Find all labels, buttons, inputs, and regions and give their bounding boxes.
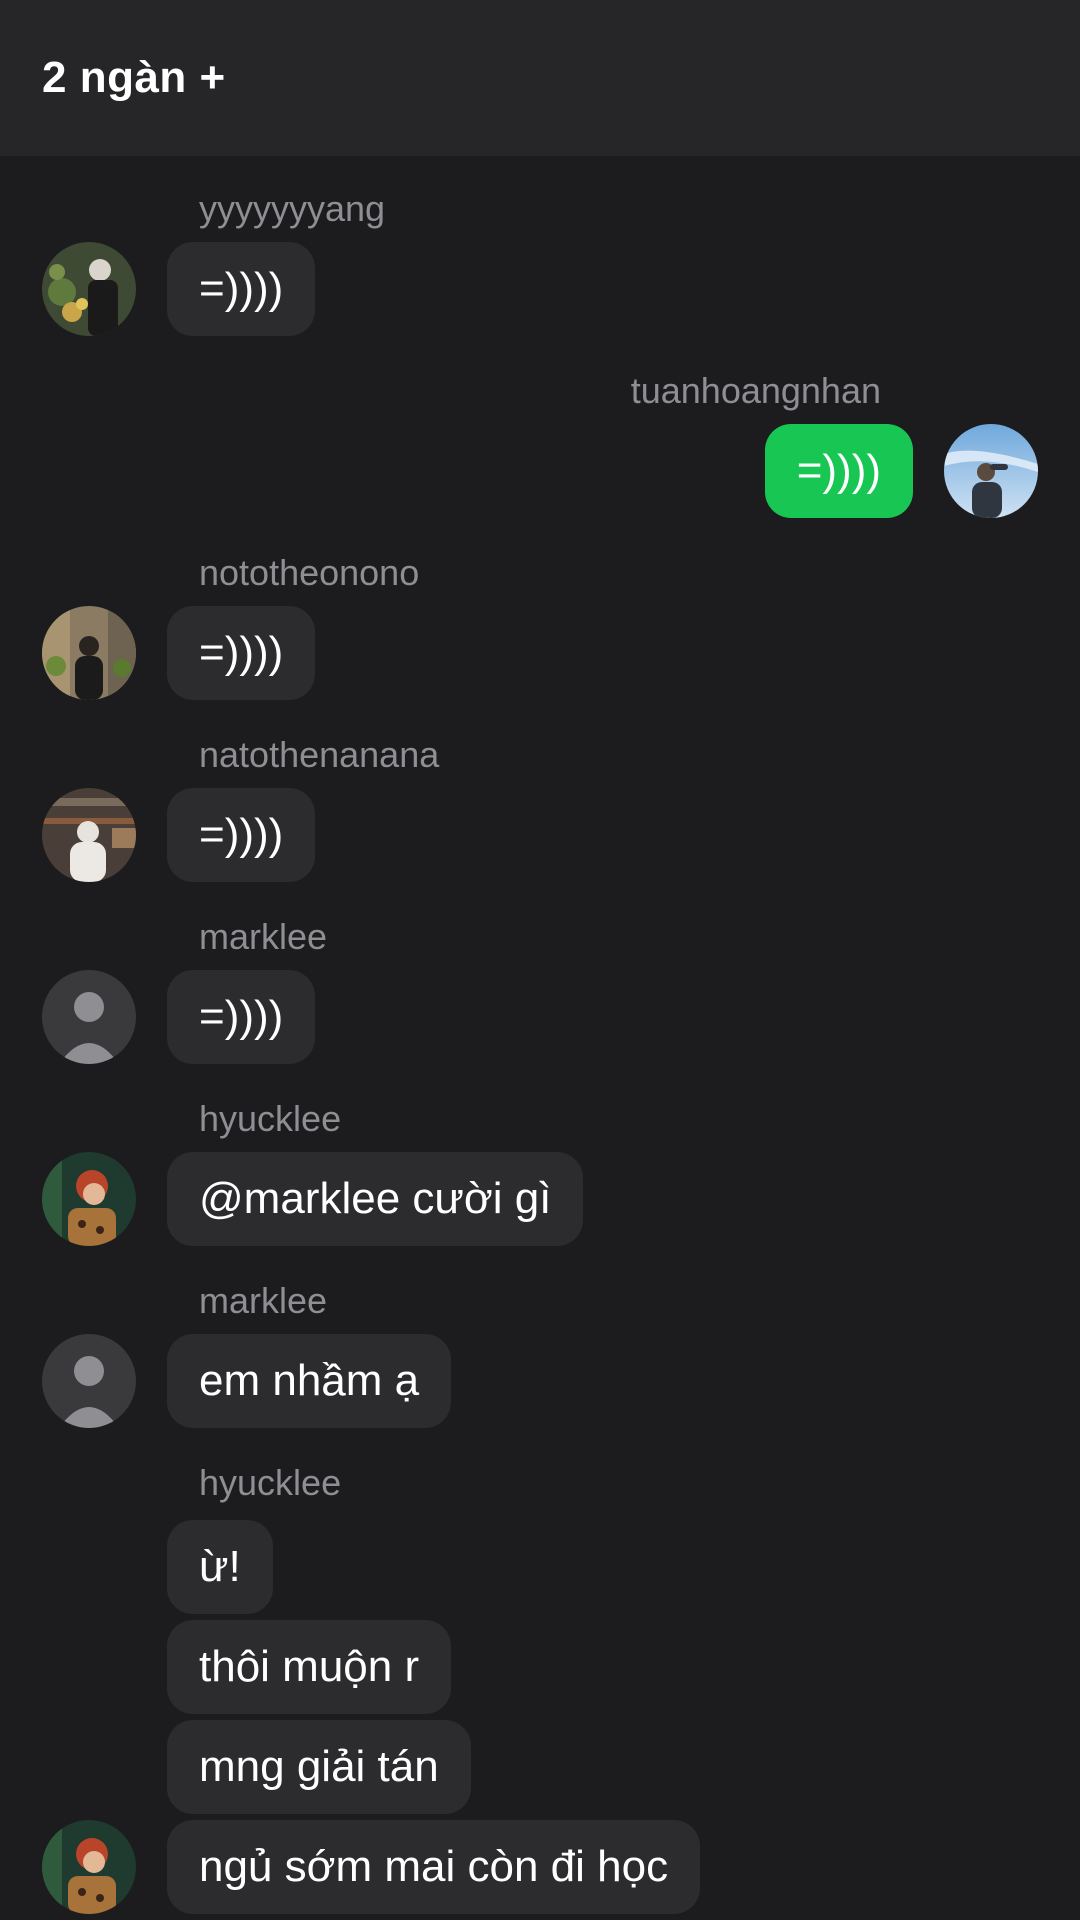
message-bubble[interactable]: mng giải tán [167, 1720, 471, 1814]
message-bubble[interactable]: @marklee cười gì [167, 1152, 584, 1246]
own-message-bubble[interactable]: =)))) [764, 424, 913, 518]
photo-avatar-sky[interactable] [944, 424, 1038, 518]
sender-username[interactable]: marklee [199, 916, 327, 958]
default-avatar-icon[interactable] [42, 970, 136, 1064]
chat-header: 2 ngàn + [0, 0, 1080, 156]
message-bubble[interactable]: =)))) [167, 242, 316, 336]
sender-username[interactable]: hyucklee [199, 1098, 341, 1140]
photo-avatar-street[interactable] [42, 606, 136, 700]
sender-username[interactable]: nototheonono [199, 552, 419, 594]
sender-username[interactable]: marklee [199, 1280, 327, 1322]
message-bubble[interactable]: ừ! [167, 1520, 273, 1614]
sender-username[interactable]: hyucklee [199, 1462, 341, 1504]
message-bubble[interactable]: =)))) [167, 606, 316, 700]
chat-title[interactable]: 2 ngàn + [42, 53, 226, 103]
sender-username[interactable]: tuanhoangnhan [631, 370, 881, 412]
default-avatar-icon[interactable] [42, 1334, 136, 1428]
message-feed[interactable]: yyyyyyyang =)))) tuanhoangnhan =)))) not… [0, 156, 1080, 1920]
message-bubble[interactable]: em nhầm ạ [167, 1334, 452, 1428]
message-bubble[interactable]: =)))) [167, 970, 316, 1064]
message-bubble[interactable]: thôi muộn r [167, 1620, 452, 1714]
sender-username[interactable]: yyyyyyyang [199, 188, 385, 230]
photo-avatar-redhair[interactable] [42, 1820, 136, 1914]
photo-avatar-redhair[interactable] [42, 1152, 136, 1246]
message-bubble[interactable]: =)))) [167, 788, 316, 882]
message-bubble[interactable]: ngủ sớm mai còn đi học [167, 1820, 701, 1914]
photo-avatar-flowers[interactable] [42, 242, 136, 336]
sender-username[interactable]: natothenanana [199, 734, 439, 776]
photo-avatar-cafe[interactable] [42, 788, 136, 882]
